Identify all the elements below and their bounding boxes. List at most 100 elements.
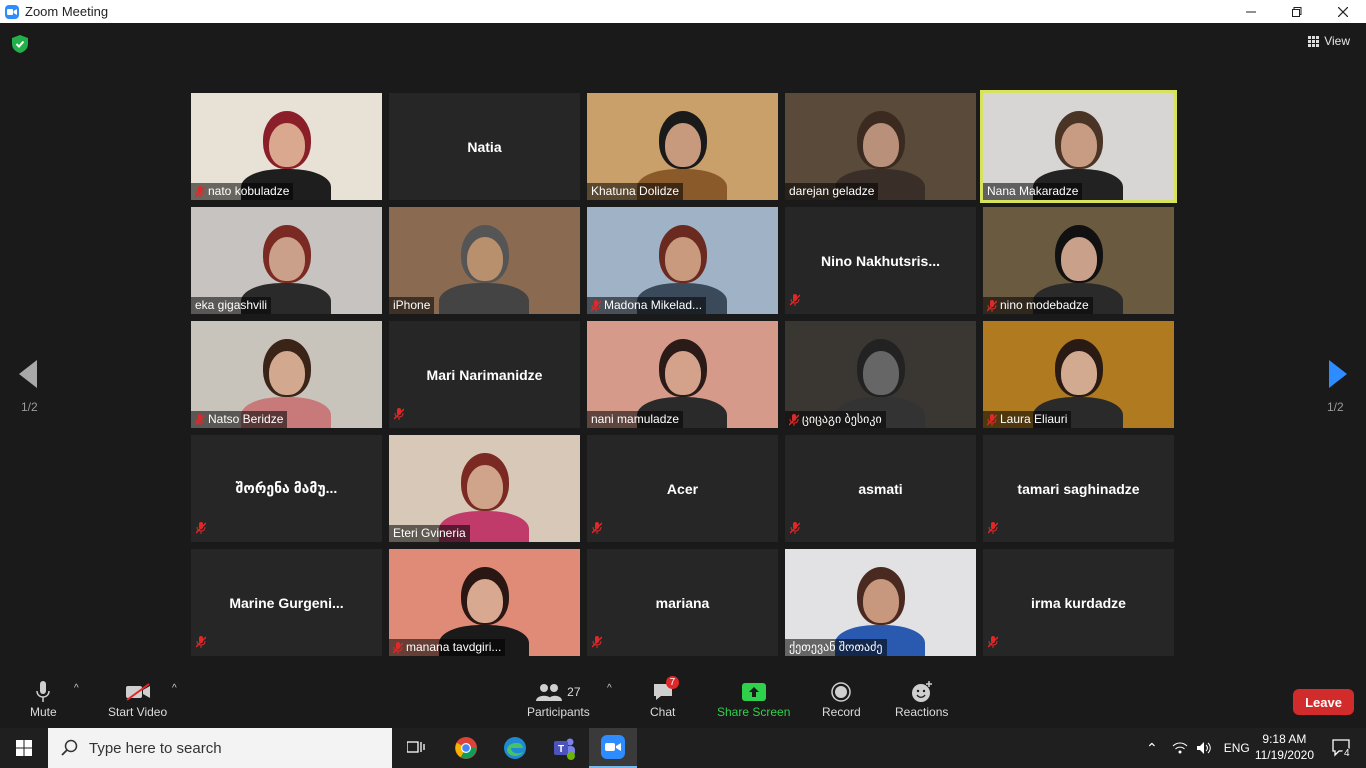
participant-tile[interactable]: Eteri Gvineria: [389, 435, 580, 542]
participant-tile[interactable]: tamari saghinadze: [983, 435, 1174, 542]
participant-name: nino modebadze: [1000, 298, 1089, 312]
participant-tile[interactable]: Marine Gurgeni...: [191, 549, 382, 656]
participant-face: [665, 237, 701, 281]
muted-microphone-icon: [987, 413, 997, 426]
participant-name: Mari Narimanidze: [426, 366, 543, 383]
page-indicator-left: 1/2: [21, 400, 38, 414]
previous-page-arrow-icon[interactable]: [19, 360, 37, 388]
participants-options-chevron-icon[interactable]: ^: [607, 683, 612, 694]
participant-face: [665, 351, 701, 395]
leave-meeting-button[interactable]: Leave: [1293, 689, 1354, 715]
muted-microphone-icon: [591, 522, 603, 534]
participant-name: Laura Eliauri: [1000, 412, 1068, 426]
participant-face: [1061, 351, 1097, 395]
chrome-taskbar-button[interactable]: [442, 728, 490, 768]
start-video-button[interactable]: Start Video: [108, 679, 167, 719]
participant-tile[interactable]: manana tavdgiri...: [389, 549, 580, 656]
mute-label: Mute: [30, 705, 57, 719]
participant-tile[interactable]: nato kobuladze: [191, 93, 382, 200]
zoom-icon: [601, 735, 625, 759]
participant-face: [269, 351, 305, 395]
participant-tile[interactable]: darejan geladze: [785, 93, 976, 200]
participant-name: manana tavdgiri...: [406, 640, 502, 654]
security-shield-icon[interactable]: [12, 35, 28, 53]
participant-tile[interactable]: Khatuna Dolidze: [587, 93, 778, 200]
participants-button[interactable]: 27 Participants: [527, 679, 590, 719]
input-language[interactable]: ENG: [1224, 741, 1250, 755]
participant-face: [863, 579, 899, 623]
muted-indicator: [987, 635, 999, 653]
participant-tile[interactable]: შორენა მამუ...: [191, 435, 382, 542]
notification-count: 4: [1344, 748, 1350, 759]
task-view-button[interactable]: [392, 728, 440, 768]
zoom-taskbar-button[interactable]: [589, 728, 637, 768]
participant-tile[interactable]: ქეთევან შოთაძე: [785, 549, 976, 656]
participant-tile[interactable]: Laura Eliauri: [983, 321, 1174, 428]
edge-taskbar-button[interactable]: [491, 728, 539, 768]
svg-text:T: T: [558, 744, 564, 755]
participant-name: ქეთევან შოთაძე: [789, 640, 883, 654]
audio-options-chevron-icon[interactable]: ^: [74, 683, 79, 694]
network-icon[interactable]: [1172, 741, 1188, 755]
participant-tile[interactable]: mariana: [587, 549, 778, 656]
reactions-button[interactable]: Reactions: [895, 679, 948, 719]
participant-tile[interactable]: iPhone: [389, 207, 580, 314]
grid-view-icon: [1308, 35, 1320, 47]
system-tray: ⌃ ENG: [1146, 728, 1250, 768]
show-hidden-icons-chevron-icon[interactable]: ⌃: [1146, 740, 1158, 757]
participant-name: mariana: [655, 594, 710, 611]
muted-indicator: [987, 521, 999, 539]
page-indicator-right: 1/2: [1327, 400, 1344, 414]
participant-tile[interactable]: nani mamuladze: [587, 321, 778, 428]
view-label: View: [1324, 34, 1350, 48]
participant-name: eka gigashvili: [195, 298, 268, 312]
participant-tile[interactable]: Madona Mikelad...: [587, 207, 778, 314]
chat-button[interactable]: 7 Chat: [650, 676, 680, 719]
participant-tile[interactable]: Nana Makaradze: [980, 90, 1177, 203]
video-options-chevron-icon[interactable]: ^: [172, 683, 177, 694]
participant-tile[interactable]: ციცაგი ბესიკი: [785, 321, 976, 428]
participant-name-label: eka gigashvili: [191, 297, 272, 314]
start-button[interactable]: [0, 728, 48, 768]
taskbar-search-box[interactable]: Type here to search: [48, 728, 392, 768]
action-center-button[interactable]: 4: [1318, 728, 1366, 768]
participant-face: [863, 123, 899, 167]
participant-name: შორენა მამუ...: [235, 480, 338, 496]
muted-microphone-icon: [789, 522, 801, 534]
teams-taskbar-button[interactable]: T: [540, 728, 588, 768]
task-view-icon: [407, 741, 425, 753]
participant-tile[interactable]: Acer: [587, 435, 778, 542]
participant-face: [269, 123, 305, 167]
clock-time: 9:18 AM: [1262, 732, 1307, 746]
participant-tile[interactable]: nino modebadze: [983, 207, 1174, 314]
zoom-app-icon: [5, 4, 19, 19]
participant-tile[interactable]: Mari Narimanidze: [389, 321, 580, 428]
taskbar-clock[interactable]: 9:18 AM 11/19/2020: [1255, 731, 1314, 763]
close-button[interactable]: [1320, 0, 1366, 23]
participant-name: darejan geladze: [789, 184, 875, 198]
muted-indicator: [195, 635, 207, 653]
volume-icon[interactable]: [1196, 741, 1212, 755]
share-screen-button[interactable]: Share Screen: [717, 679, 790, 719]
participant-tile[interactable]: asmati: [785, 435, 976, 542]
muted-microphone-icon: [591, 299, 601, 312]
participant-tile[interactable]: Natso Beridze: [191, 321, 382, 428]
record-button[interactable]: Record: [822, 679, 861, 719]
participant-tile[interactable]: Nino Nakhutsris...: [785, 207, 976, 314]
participant-name: tamari saghinadze: [1017, 480, 1140, 497]
participant-tile[interactable]: Natia: [389, 93, 580, 200]
mute-button[interactable]: Mute: [30, 679, 57, 719]
participant-face: [269, 237, 305, 281]
chat-unread-badge: 7: [665, 676, 680, 689]
participant-tile[interactable]: eka gigashvili: [191, 207, 382, 314]
view-button[interactable]: View: [1308, 34, 1350, 48]
participant-name-label: ქეთევან შოთაძე: [785, 639, 887, 656]
muted-microphone-icon: [195, 413, 205, 426]
reactions-label: Reactions: [895, 705, 949, 719]
next-page-arrow-icon[interactable]: [1329, 360, 1347, 388]
participant-tile[interactable]: irma kurdadze: [983, 549, 1174, 656]
maximize-button[interactable]: [1274, 0, 1320, 23]
meeting-toolbar: Mute ^ Start Video ^ 27 Participants ^ 7…: [0, 673, 1366, 728]
minimize-button[interactable]: [1228, 0, 1274, 23]
clock-date: 11/19/2020: [1254, 748, 1314, 762]
